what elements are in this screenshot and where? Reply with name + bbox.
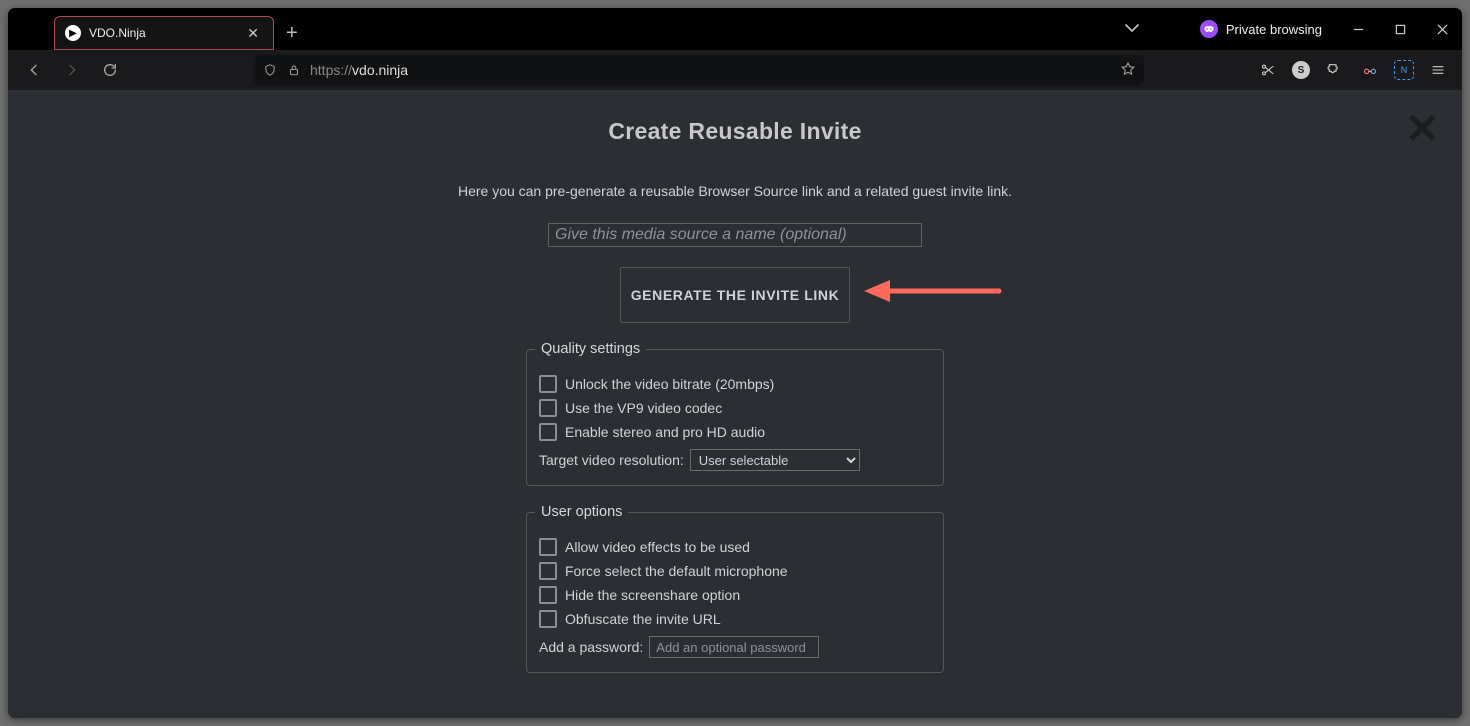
unlock-bitrate-label: Unlock the video bitrate (20mbps)	[565, 376, 774, 392]
stereo-checkbox[interactable]	[539, 423, 557, 441]
user-options-panel: User options Allow video effects to be u…	[526, 504, 944, 673]
shield-icon[interactable]	[262, 62, 278, 78]
tabs-dropdown-icon[interactable]	[1118, 14, 1146, 45]
source-name-input[interactable]	[548, 223, 922, 247]
user-options-legend: User options	[535, 504, 628, 520]
dialog-close-icon[interactable]: ✕	[1405, 108, 1440, 150]
extension-s-icon[interactable]: S	[1292, 61, 1310, 79]
mask-icon	[1200, 20, 1218, 38]
nav-forward-button[interactable]	[58, 56, 86, 84]
app-menu-icon[interactable]	[1426, 58, 1450, 82]
window-maximize-button[interactable]	[1386, 15, 1414, 43]
bookmark-star-icon[interactable]	[1120, 61, 1136, 80]
vp9-checkbox[interactable]	[539, 399, 557, 417]
tab-strip: ▶ VDO.Ninja ✕ + Private browsing	[8, 8, 1462, 50]
private-browsing-badge: Private browsing	[1200, 20, 1322, 38]
extension-scissors-icon[interactable]	[1256, 58, 1280, 82]
toolbar: https://vdo.ninja S N	[8, 50, 1462, 90]
mic-checkbox[interactable]	[539, 562, 557, 580]
nav-reload-button[interactable]	[96, 56, 124, 84]
effects-label: Allow video effects to be used	[565, 539, 750, 555]
generate-invite-button[interactable]: GENERATE THE INVITE LINK	[620, 267, 850, 323]
effects-checkbox[interactable]	[539, 538, 557, 556]
nav-back-button[interactable]	[20, 56, 48, 84]
lock-icon[interactable]	[286, 62, 302, 78]
new-tab-button[interactable]: +	[274, 16, 310, 50]
extension-glasses-icon[interactable]	[1358, 58, 1382, 82]
browser-window: ▶ VDO.Ninja ✕ + Private browsing	[8, 8, 1462, 718]
obfuscate-label: Obfuscate the invite URL	[565, 611, 721, 627]
resolution-label: Target video resolution:	[539, 452, 684, 468]
private-browsing-label: Private browsing	[1226, 22, 1322, 37]
vp9-label: Use the VP9 video codec	[565, 400, 722, 416]
browser-tab[interactable]: ▶ VDO.Ninja ✕	[54, 16, 274, 50]
url-text: https://vdo.ninja	[310, 62, 1112, 78]
password-input[interactable]	[649, 636, 819, 658]
quality-settings-panel: Quality settings Unlock the video bitrat…	[526, 341, 944, 486]
window-close-button[interactable]	[1428, 15, 1456, 43]
unlock-bitrate-option[interactable]: Unlock the video bitrate (20mbps)	[539, 375, 931, 393]
password-label: Add a password:	[539, 639, 643, 655]
stereo-label: Enable stereo and pro HD audio	[565, 424, 765, 440]
tab-title: VDO.Ninja	[89, 26, 235, 40]
vp9-option[interactable]: Use the VP9 video codec	[539, 399, 931, 417]
window-minimize-button[interactable]	[1344, 15, 1372, 43]
page-content: ✕ Create Reusable Invite Here you can pr…	[8, 90, 1462, 718]
effects-option[interactable]: Allow video effects to be used	[539, 538, 931, 556]
screenshare-option[interactable]: Hide the screenshare option	[539, 586, 931, 604]
tab-favicon: ▶	[65, 25, 81, 41]
annotation-arrow-icon	[864, 276, 1004, 311]
mic-option[interactable]: Force select the default microphone	[539, 562, 931, 580]
close-tab-icon[interactable]: ✕	[243, 24, 263, 42]
extensions-puzzle-icon[interactable]	[1322, 58, 1346, 82]
obfuscate-checkbox[interactable]	[539, 610, 557, 628]
stereo-option[interactable]: Enable stereo and pro HD audio	[539, 423, 931, 441]
screenshare-label: Hide the screenshare option	[565, 587, 740, 603]
page-title: Create Reusable Invite	[608, 118, 861, 145]
mic-label: Force select the default microphone	[565, 563, 788, 579]
page-subtitle: Here you can pre-generate a reusable Bro…	[458, 183, 1012, 199]
unlock-bitrate-checkbox[interactable]	[539, 375, 557, 393]
quality-settings-legend: Quality settings	[535, 341, 646, 357]
resolution-select[interactable]: User selectable	[690, 449, 860, 471]
url-bar[interactable]: https://vdo.ninja	[254, 55, 1144, 85]
screenshare-checkbox[interactable]	[539, 586, 557, 604]
extension-n-icon[interactable]: N	[1394, 60, 1414, 80]
obfuscate-option[interactable]: Obfuscate the invite URL	[539, 610, 931, 628]
